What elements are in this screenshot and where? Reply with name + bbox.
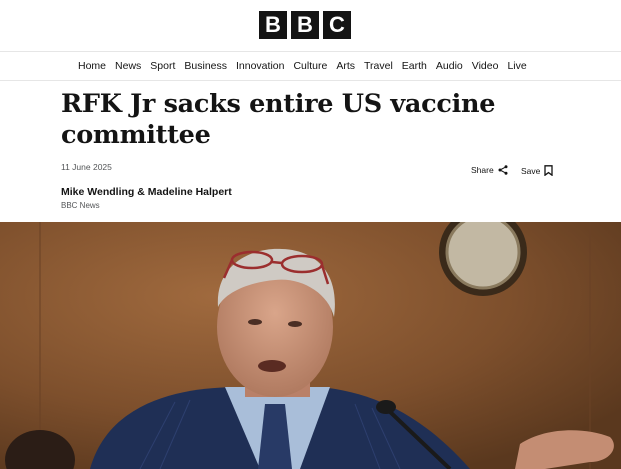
bbc-logo[interactable]: B B C [259, 11, 351, 39]
bbc-logo-letter: B [259, 11, 287, 39]
hero-image [0, 222, 621, 469]
nav-item-arts[interactable]: Arts [332, 52, 360, 80]
nav-item-sport[interactable]: Sport [146, 52, 180, 80]
share-icon [498, 165, 508, 175]
article-byline: Mike Wendling & Madeline Halpert [61, 186, 232, 198]
article-date: 11 June 2025 [61, 162, 112, 172]
nav-item-home[interactable]: Home [78, 52, 111, 80]
nav-item-business[interactable]: Business [180, 52, 232, 80]
save-label: Save [521, 165, 541, 176]
nav-item-travel[interactable]: Travel [360, 52, 398, 80]
bbc-logo-letter: C [323, 11, 351, 39]
share-button[interactable]: Share [471, 165, 508, 175]
save-button[interactable]: Save [521, 165, 554, 176]
nav-item-live[interactable]: Live [503, 52, 531, 80]
nav-item-video[interactable]: Video [467, 52, 503, 80]
nav-item-earth[interactable]: Earth [397, 52, 431, 80]
nav-item-culture[interactable]: Culture [289, 52, 332, 80]
hero-photo-illustration [0, 222, 621, 469]
bbc-logo-letter: B [291, 11, 319, 39]
share-label: Share [471, 165, 494, 175]
nav-item-news[interactable]: News [111, 52, 146, 80]
main-navigation: Home News Sport Business Innovation Cult… [0, 52, 621, 81]
article-headline: RFK Jr sacks entire US vaccine committee [61, 89, 496, 150]
masthead: B B C [0, 0, 621, 52]
bookmark-icon [544, 165, 554, 176]
nav-item-innovation[interactable]: Innovation [232, 52, 289, 80]
nav-item-audio[interactable]: Audio [431, 52, 467, 80]
nav-list: Home News Sport Business Innovation Cult… [78, 52, 531, 80]
article-contributor-org: BBC News [61, 201, 100, 210]
